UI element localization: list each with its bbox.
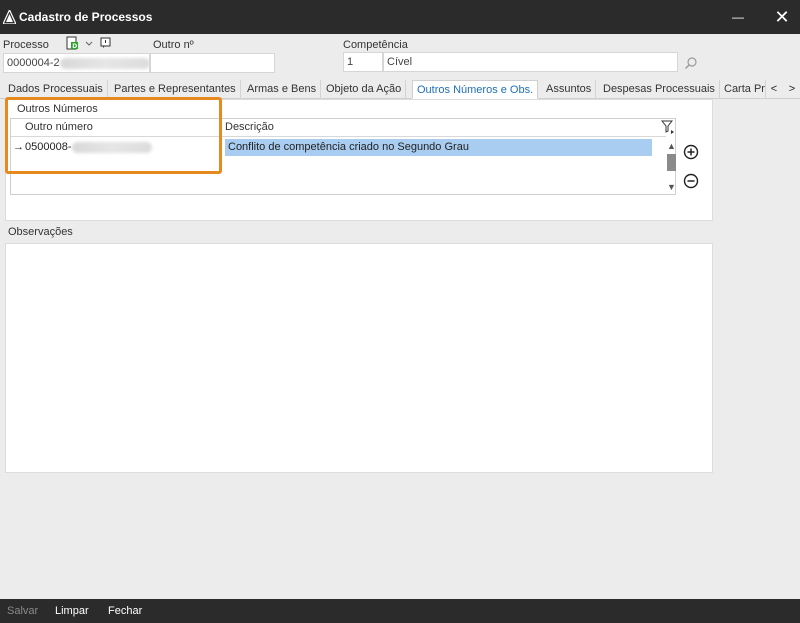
scroll-thumb[interactable] <box>667 154 676 171</box>
app-logo-icon <box>3 10 16 24</box>
grid-scrollbar[interactable]: ▲ ▼ <box>667 140 676 195</box>
tab-outros-numeros[interactable]: Outros Números e Obs. <box>412 80 539 99</box>
scroll-up-icon[interactable]: ▲ <box>667 141 676 151</box>
competencia-name: Cível <box>387 56 413 68</box>
processo-value: 0000004-2 <box>7 57 60 69</box>
note-icon[interactable] <box>100 37 111 49</box>
close-window-button[interactable]: ✕ <box>770 6 794 28</box>
tab-objeto-acao[interactable]: Objeto da Ação <box>322 80 407 99</box>
add-circle-icon[interactable] <box>683 144 699 160</box>
minimize-button[interactable]: — <box>726 6 750 28</box>
chevron-down-icon[interactable] <box>85 41 93 47</box>
row-descricao: Conflito de competência criado no Segund… <box>225 139 652 156</box>
new-document-icon[interactable]: D <box>66 36 79 50</box>
tab-despesas-processuais[interactable]: Despesas Processuais <box>599 80 720 99</box>
observacoes-label: Observações <box>8 226 73 238</box>
column-header-descricao[interactable]: Descrição <box>225 121 274 133</box>
observacoes-textarea[interactable] <box>5 243 713 473</box>
processo-label: Processo <box>3 39 49 51</box>
competencia-label: Competência <box>343 39 408 51</box>
bottom-toolbar: Salvar Limpar Fechar <box>0 599 800 623</box>
outro-numero-label: Outro nº <box>153 39 194 51</box>
scroll-down-icon[interactable]: ▼ <box>667 182 676 192</box>
competencia-name-field[interactable]: Cível <box>383 52 678 72</box>
filter-icon[interactable] <box>661 120 675 134</box>
svg-text:D: D <box>72 43 77 50</box>
limpar-button[interactable]: Limpar <box>55 605 89 617</box>
tab-carta-precatoria[interactable]: Carta Pr <box>720 80 766 99</box>
fechar-button[interactable]: Fechar <box>108 605 142 617</box>
highlight-box <box>5 97 222 174</box>
tab-armas-bens[interactable]: Armas e Bens <box>243 80 322 99</box>
outro-numero-field[interactable] <box>150 53 275 73</box>
tab-bar: Dados Processuais Partes e Representante… <box>0 79 800 99</box>
remove-circle-icon[interactable] <box>683 173 699 189</box>
competencia-code-field[interactable]: 1 <box>343 52 383 72</box>
redacted-text <box>59 57 149 69</box>
competencia-code: 1 <box>347 56 354 68</box>
title-bar: Cadastro de Processos — ✕ <box>0 0 800 34</box>
salvar-button[interactable]: Salvar <box>7 605 38 617</box>
tab-scroll-right-button[interactable]: > <box>785 80 799 98</box>
processo-field[interactable]: 0000004-2 <box>3 53 150 73</box>
tab-assuntos[interactable]: Assuntos <box>542 80 597 99</box>
window-title: Cadastro de Processos <box>19 10 153 24</box>
search-icon[interactable] <box>684 56 698 70</box>
tab-scroll-left-button[interactable]: < <box>767 80 781 98</box>
